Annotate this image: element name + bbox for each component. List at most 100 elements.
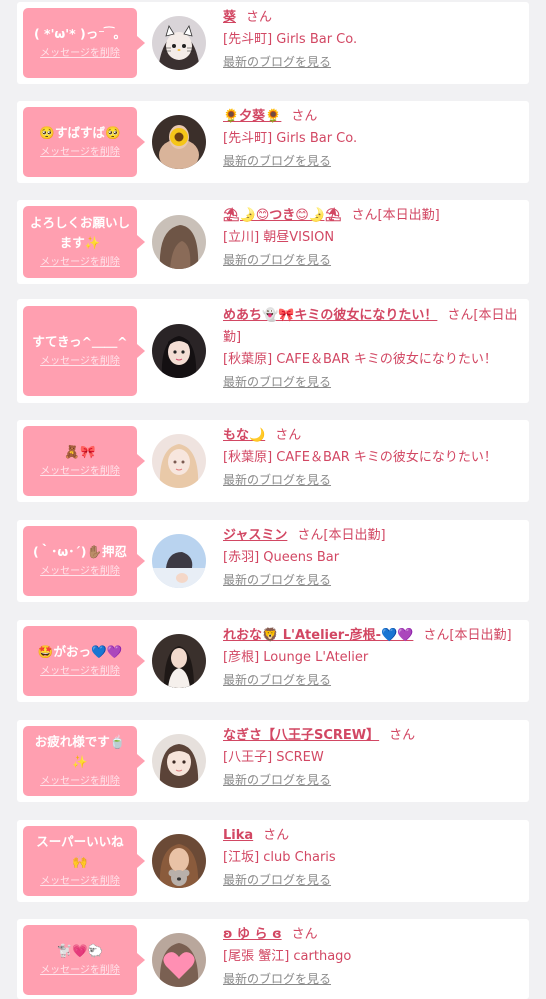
- shop-name: [彦根] Lounge L'Atelier: [223, 650, 369, 665]
- sunflower-avatar-icon: [152, 115, 206, 169]
- sender-name-link[interactable]: Lika: [223, 828, 253, 843]
- message-card: よろしくお願いします✨ メッセージを削除 ⛱🌛😊つき😊🌛⛱ さん[本日出勤] [立…: [17, 200, 529, 284]
- delete-message-link[interactable]: メッセージを削除: [40, 564, 120, 580]
- message-text: ( *'ω'* )っ⁻ ͡ 。: [33, 26, 127, 41]
- message-text: すてきっ^＿＿^: [32, 334, 128, 349]
- sender-name-link[interactable]: 🌻夕葵🌻: [223, 109, 281, 124]
- avatar[interactable]: [152, 215, 206, 269]
- message-text: 🧸🎀: [64, 444, 96, 459]
- message-bubble: 🥺すばすば🥺 メッセージを削除: [23, 107, 145, 177]
- delete-message-link[interactable]: メッセージを削除: [40, 464, 120, 480]
- sky-avatar-icon: [152, 534, 206, 588]
- heart-avatar-icon: [152, 933, 206, 987]
- message-bubble: 🧸🎀 メッセージを削除: [23, 426, 145, 496]
- message-card: スーパーいいね🙌 メッセージを削除 Lika さん [江坂] club Chari…: [17, 820, 529, 902]
- latest-blog-link[interactable]: 最新のブログを見る: [223, 371, 521, 393]
- delete-message-link[interactable]: メッセージを削除: [40, 145, 120, 161]
- message-text: 🐩💗🐑: [56, 943, 104, 958]
- message-text: よろしくお願いします✨: [29, 215, 130, 250]
- status-badge: [本日出勤]: [377, 208, 440, 223]
- honorific: さん: [351, 208, 378, 223]
- avatar[interactable]: [152, 115, 206, 169]
- sender-name-link[interactable]: ジャスミン: [223, 528, 287, 543]
- avatar[interactable]: [152, 634, 206, 688]
- shop-name: [先斗町] Girls Bar Co.: [223, 32, 358, 47]
- latest-blog-link[interactable]: 最新のブログを見る: [223, 669, 521, 691]
- latest-blog-link[interactable]: 最新のブログを見る: [223, 869, 521, 891]
- avatar[interactable]: [152, 324, 206, 378]
- delete-message-link[interactable]: メッセージを削除: [40, 255, 120, 271]
- message-card: 🧸🎀 メッセージを削除 もな🌙 さん [秋葉原] CAFE＆BAR キミの彼女にな…: [17, 420, 529, 502]
- status-badge: [本日出勤]: [323, 528, 386, 543]
- sender-info: 🌻夕葵🌻 さん [先斗町] Girls Bar Co. 最新のブログを見る: [223, 106, 521, 172]
- honorific: さん: [263, 828, 290, 843]
- message-text: 🤩がおっ💙💜: [37, 644, 123, 659]
- message-list: ( *'ω'* )っ⁻ ͡ 。 メッセージを削除 葵さん [先斗町] Girls…: [0, 0, 546, 999]
- status-badge: [本日出勤]: [449, 628, 512, 643]
- honorific: さん: [423, 628, 450, 643]
- message-card: 🥺すばすば🥺 メッセージを削除 🌻夕葵🌻 さん [先斗町] Girls Bar C…: [17, 101, 529, 183]
- latest-blog-link[interactable]: 最新のブログを見る: [223, 51, 521, 73]
- blonde-avatar-icon: [152, 434, 206, 488]
- latest-blog-link[interactable]: 最新のブログを見る: [223, 769, 521, 791]
- sender-info: めあち👻🎀キミの彼女になりたい！ さん[本日出勤] [秋葉原] CAFE＆BAR …: [223, 305, 521, 393]
- avatar[interactable]: [152, 534, 206, 588]
- honorific: さん: [291, 927, 318, 942]
- sender-name-link[interactable]: ʚ ゆ ら ɞ: [223, 927, 282, 942]
- sender-info: ジャスミン さん[本日出勤] [赤羽] Queens Bar 最新のブログを見る: [223, 525, 521, 591]
- sender-name-link[interactable]: 葵: [223, 10, 236, 25]
- cat-avatar-icon: [152, 16, 206, 70]
- shop-name: [秋葉原] CAFE＆BAR キミの彼女になりたい！: [223, 450, 497, 465]
- latest-blog-link[interactable]: 最新のブログを見る: [223, 968, 521, 990]
- avatar[interactable]: [152, 434, 206, 488]
- sender-info: ʚ ゆ ら ɞ さん [尾張 蟹江] carthago 最新のブログを見る: [223, 924, 521, 990]
- sender-info: ⛱🌛😊つき😊🌛⛱ さん[本日出勤] [立川] 朝昼VISION 最新のブログを見る: [223, 205, 521, 271]
- honorific: さん: [246, 10, 273, 25]
- message-card: 🤩がおっ💙💜 メッセージを削除 れおな🦁 L'Atelier-彦根-💙💜 さん[本…: [17, 620, 529, 702]
- message-text: 🥺すばすば🥺: [39, 125, 121, 140]
- avatar[interactable]: [152, 734, 206, 788]
- latest-blog-link[interactable]: 最新のブログを見る: [223, 569, 521, 591]
- shop-name: [八王子] SCREW: [223, 750, 324, 765]
- shop-name: [先斗町] Girls Bar Co.: [223, 131, 358, 146]
- message-card: (｀･ω･´)✋🏽押忍 メッセージを削除 ジャスミン さん[本日出勤] [赤羽] …: [17, 520, 529, 602]
- message-bubble: すてきっ^＿＿^ メッセージを削除: [23, 306, 145, 396]
- message-bubble: よろしくお願いします✨ メッセージを削除: [23, 206, 145, 278]
- koala-avatar-icon: [152, 834, 206, 888]
- dress-avatar-icon: [152, 634, 206, 688]
- shop-name: [尾張 蟹江] carthago: [223, 949, 352, 964]
- honorific: さん: [297, 528, 324, 543]
- avatar[interactable]: [152, 834, 206, 888]
- message-card: すてきっ^＿＿^ メッセージを削除 めあち👻🎀キミの彼女になりたい！ さん[本日出…: [17, 299, 529, 403]
- sender-info: 葵さん [先斗町] Girls Bar Co. 最新のブログを見る: [223, 7, 521, 73]
- sender-name-link[interactable]: めあち👻🎀キミの彼女になりたい！: [223, 308, 437, 323]
- honorific: さん: [389, 728, 416, 743]
- shop-name: [立川] 朝昼VISION: [223, 230, 335, 245]
- avatar[interactable]: [152, 16, 206, 70]
- delete-message-link[interactable]: メッセージを削除: [40, 46, 120, 62]
- honorific: さん: [275, 428, 302, 443]
- latest-blog-link[interactable]: 最新のブログを見る: [223, 249, 521, 271]
- latest-blog-link[interactable]: 最新のブログを見る: [223, 150, 521, 172]
- message-bubble: 🐩💗🐑 メッセージを削除: [23, 925, 145, 995]
- shop-name: [赤羽] Queens Bar: [223, 550, 340, 565]
- honorific: さん: [447, 308, 474, 323]
- latest-blog-link[interactable]: 最新のブログを見る: [223, 469, 521, 491]
- sender-name-link[interactable]: なぎさ【八王子SCREW】: [223, 728, 379, 743]
- delete-message-link[interactable]: メッセージを削除: [40, 874, 120, 890]
- message-bubble: ( *'ω'* )っ⁻ ͡ 。 メッセージを削除: [23, 8, 145, 78]
- sender-info: れおな🦁 L'Atelier-彦根-💙💜 さん[本日出勤] [彦根] Lounge…: [223, 625, 521, 691]
- sender-name-link[interactable]: もな🌙: [223, 428, 265, 443]
- delete-message-link[interactable]: メッセージを削除: [40, 774, 120, 790]
- message-bubble: お疲れ様です🍵✨ メッセージを削除: [23, 726, 145, 796]
- message-bubble: (｀･ω･´)✋🏽押忍 メッセージを削除: [23, 526, 145, 596]
- honorific: さん: [291, 109, 318, 124]
- delete-message-link[interactable]: メッセージを削除: [40, 354, 120, 370]
- delete-message-link[interactable]: メッセージを削除: [40, 963, 120, 979]
- delete-message-link[interactable]: メッセージを削除: [40, 664, 120, 680]
- sender-name-link[interactable]: ⛱🌛😊つき😊🌛⛱: [223, 208, 342, 223]
- hair-avatar-icon: [152, 215, 206, 269]
- sender-name-link[interactable]: れおな🦁 L'Atelier-彦根-💙💜: [223, 628, 413, 643]
- avatar[interactable]: [152, 933, 206, 987]
- face-avatar-icon: [152, 734, 206, 788]
